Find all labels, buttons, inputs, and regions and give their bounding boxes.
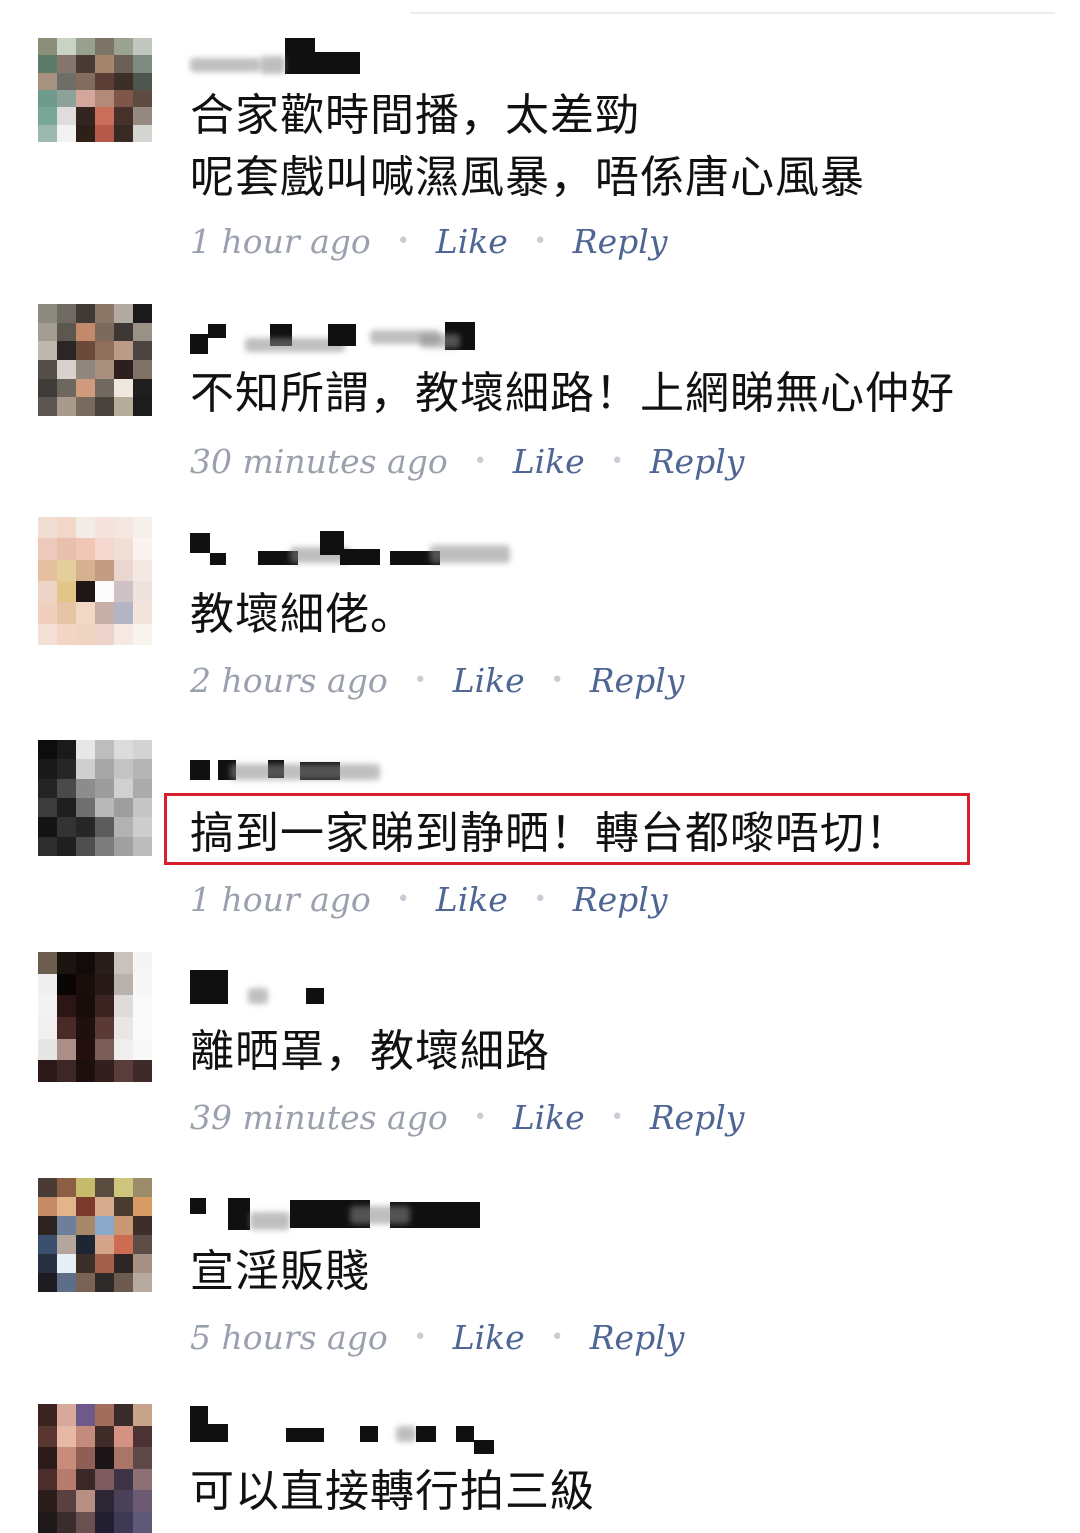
comment-time: 30 minutes ago: [190, 442, 448, 481]
reply-link[interactable]: Reply: [590, 1318, 685, 1357]
commenter-name[interactable]: [190, 1178, 510, 1230]
commenter-name[interactable]: [190, 1404, 510, 1454]
avatar[interactable]: [38, 517, 152, 645]
separator-dot: •: [533, 887, 547, 912]
like-link[interactable]: Like: [436, 880, 508, 919]
avatar[interactable]: [38, 1178, 152, 1292]
like-link[interactable]: Like: [513, 442, 585, 481]
comment-text: 宣淫販賤: [190, 1246, 370, 1297]
separator-dot: •: [550, 668, 564, 693]
avatar[interactable]: [38, 38, 152, 142]
comment-text: 可以直接轉行拍三級: [190, 1466, 595, 1517]
commenter-name[interactable]: [190, 952, 510, 1004]
commenter-name[interactable]: [190, 304, 510, 354]
comment-meta: 30 minutes ago • Like • Reply: [190, 442, 744, 487]
comment-time: 39 minutes ago: [190, 1098, 448, 1137]
separator-dot: •: [550, 1325, 564, 1350]
separator-dot: •: [473, 449, 487, 474]
separator-dot: •: [396, 229, 410, 254]
reply-link[interactable]: Reply: [650, 442, 745, 481]
comment-time: 1 hour ago: [190, 880, 371, 919]
comment-meta: 2 hours ago • Like • Reply: [190, 661, 684, 706]
like-link[interactable]: Like: [453, 661, 525, 700]
comment-time: 2 hours ago: [190, 661, 388, 700]
comment-text: 不知所謂，教壞細路！上網睇無心仲好: [190, 368, 955, 419]
top-divider: [410, 12, 1055, 14]
avatar[interactable]: [38, 952, 152, 1082]
highlight-box: [164, 793, 970, 865]
like-link[interactable]: Like: [453, 1318, 525, 1357]
avatar[interactable]: [38, 740, 152, 856]
reply-link[interactable]: Reply: [573, 880, 668, 919]
separator-dot: •: [413, 668, 427, 693]
separator-dot: •: [610, 1105, 624, 1130]
commenter-name[interactable]: [190, 38, 510, 78]
commenter-name[interactable]: [190, 517, 510, 565]
separator-dot: •: [610, 449, 624, 474]
separator-dot: •: [396, 887, 410, 912]
separator-dot: •: [413, 1325, 427, 1350]
comment-time: 5 hours ago: [190, 1318, 388, 1357]
avatar[interactable]: [38, 1404, 152, 1533]
avatar[interactable]: [38, 304, 152, 416]
comment-meta: 1 hour ago • Like • Reply: [190, 880, 667, 925]
separator-dot: •: [473, 1105, 487, 1130]
comment-meta: 1 hour ago • Like • Reply: [190, 222, 667, 267]
like-link[interactable]: Like: [513, 1098, 585, 1137]
comment-text: 合家歡時間播，太差勁 呢套戲叫喊濕風暴，唔係唐心風暴: [190, 90, 865, 203]
comment-meta: 39 minutes ago • Like • Reply: [190, 1098, 744, 1143]
comment-time: 1 hour ago: [190, 222, 371, 261]
reply-link[interactable]: Reply: [590, 661, 685, 700]
comment-text: 教壞細佬。: [190, 589, 415, 640]
comment-meta: 5 hours ago • Like • Reply: [190, 1318, 684, 1363]
reply-link[interactable]: Reply: [650, 1098, 745, 1137]
comment-text: 離晒罩，教壞細路: [190, 1026, 550, 1077]
commenter-name[interactable]: [190, 740, 510, 780]
like-link[interactable]: Like: [436, 222, 508, 261]
reply-link[interactable]: Reply: [573, 222, 668, 261]
separator-dot: •: [533, 229, 547, 254]
